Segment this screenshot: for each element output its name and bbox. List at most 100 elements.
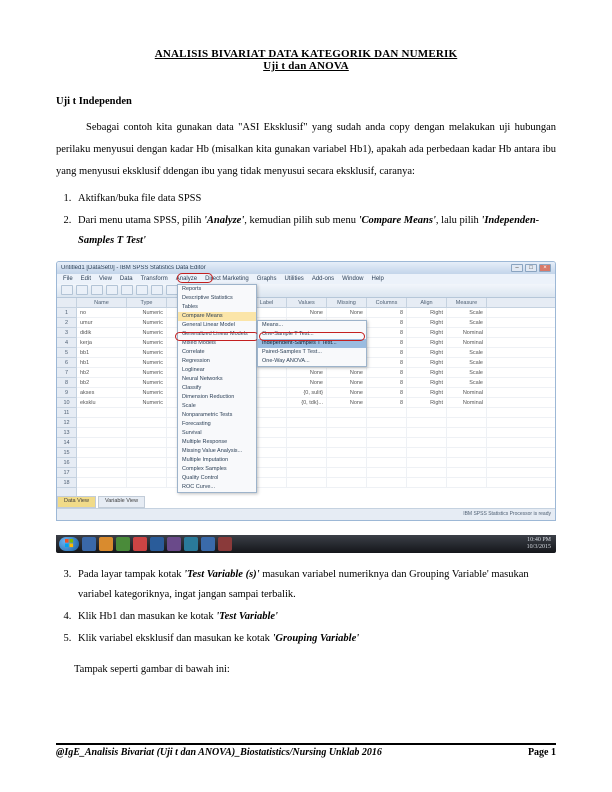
table-cell[interactable]: Nominal <box>447 398 487 407</box>
table-cell[interactable] <box>367 418 407 427</box>
table-cell[interactable]: kerja <box>77 338 127 347</box>
table-cell[interactable] <box>77 478 127 487</box>
table-row[interactable] <box>77 468 555 478</box>
table-cell[interactable] <box>447 448 487 457</box>
table-row[interactable] <box>77 418 555 428</box>
toolbar-button[interactable] <box>61 285 73 295</box>
table-cell[interactable]: Numeric <box>127 368 167 377</box>
table-cell[interactable] <box>77 468 127 477</box>
table-cell[interactable] <box>407 408 447 417</box>
table-cell[interactable]: Scale <box>447 378 487 387</box>
table-cell[interactable] <box>407 468 447 477</box>
maximize-button[interactable]: □ <box>525 264 537 272</box>
table-row[interactable] <box>77 458 555 468</box>
table-cell[interactable] <box>447 408 487 417</box>
menu-item[interactable]: Descriptive Statistics <box>178 294 256 303</box>
table-cell[interactable]: None <box>327 308 367 317</box>
menu-item[interactable]: Compare Means <box>178 312 256 321</box>
table-cell[interactable] <box>407 458 447 467</box>
menu-data[interactable]: Data <box>120 276 133 282</box>
table-cell[interactable] <box>447 428 487 437</box>
table-cell[interactable] <box>407 478 447 487</box>
menu-item[interactable]: Complex Samples <box>178 465 256 474</box>
table-cell[interactable]: Numeric <box>127 378 167 387</box>
table-cell[interactable]: 8 <box>367 398 407 407</box>
table-cell[interactable]: Right <box>407 338 447 347</box>
table-cell[interactable]: {0, tdk}... <box>287 398 327 407</box>
menu-item[interactable]: Reports <box>178 285 256 294</box>
table-cell[interactable] <box>327 418 367 427</box>
table-cell[interactable] <box>327 408 367 417</box>
table-cell[interactable] <box>77 458 127 467</box>
table-cell[interactable]: eksklu <box>77 398 127 407</box>
toolbar-button[interactable] <box>121 285 133 295</box>
table-cell[interactable]: Nominal <box>447 328 487 337</box>
menu-item[interactable]: General Linear Model <box>178 321 256 330</box>
table-cell[interactable] <box>77 438 127 447</box>
column-header[interactable]: Missing <box>327 298 367 307</box>
taskbar-icon[interactable] <box>116 537 130 551</box>
table-cell[interactable]: Right <box>407 348 447 357</box>
taskbar-icon[interactable] <box>150 537 164 551</box>
table-cell[interactable] <box>287 428 327 437</box>
table-cell[interactable]: Right <box>407 378 447 387</box>
taskbar-icon[interactable] <box>167 537 181 551</box>
table-cell[interactable]: no <box>77 308 127 317</box>
table-cell[interactable]: 8 <box>367 388 407 397</box>
menu-item[interactable]: Quality Control <box>178 474 256 483</box>
menu-graphs[interactable]: Graphs <box>257 276 277 282</box>
tab-data-view[interactable]: Data View <box>57 496 96 508</box>
table-cell[interactable]: None <box>327 398 367 407</box>
menu-item[interactable]: Loglinear <box>178 366 256 375</box>
table-cell[interactable]: Scale <box>447 368 487 377</box>
table-cell[interactable] <box>367 458 407 467</box>
table-cell[interactable]: Nominal <box>447 338 487 347</box>
menu-item[interactable]: Correlate <box>178 348 256 357</box>
column-header[interactable]: Values <box>287 298 327 307</box>
column-header[interactable]: Type <box>127 298 167 307</box>
table-cell[interactable]: akses <box>77 388 127 397</box>
table-cell[interactable] <box>447 478 487 487</box>
toolbar-button[interactable] <box>151 285 163 295</box>
start-button[interactable] <box>59 537 79 551</box>
table-cell[interactable]: None <box>327 368 367 377</box>
table-row[interactable] <box>77 478 555 488</box>
table-cell[interactable] <box>447 468 487 477</box>
table-cell[interactable]: None <box>327 378 367 387</box>
table-cell[interactable]: Numeric <box>127 338 167 347</box>
table-cell[interactable] <box>327 448 367 457</box>
table-cell[interactable]: Numeric <box>127 318 167 327</box>
minimize-button[interactable]: – <box>511 264 523 272</box>
table-row[interactable]: aksesNumeric80{0, sulit}None8RightNomina… <box>77 388 555 398</box>
table-cell[interactable] <box>287 418 327 427</box>
table-cell[interactable] <box>447 438 487 447</box>
table-cell[interactable] <box>327 458 367 467</box>
table-row[interactable] <box>77 428 555 438</box>
table-cell[interactable] <box>127 418 167 427</box>
table-row[interactable]: bb2Numeric81NoneNone8RightScale <box>77 378 555 388</box>
table-cell[interactable]: Right <box>407 318 447 327</box>
table-cell[interactable] <box>327 478 367 487</box>
table-cell[interactable] <box>287 438 327 447</box>
table-cell[interactable]: Numeric <box>127 348 167 357</box>
menu-utilities[interactable]: Utilities <box>284 276 303 282</box>
table-cell[interactable] <box>287 408 327 417</box>
table-cell[interactable] <box>327 468 367 477</box>
table-cell[interactable]: None <box>327 388 367 397</box>
table-row[interactable]: ekskluNumeric80{0, tdk}...None8RightNomi… <box>77 398 555 408</box>
menu-item[interactable]: Missing Value Analysis... <box>178 447 256 456</box>
table-cell[interactable] <box>287 478 327 487</box>
toolbar-button[interactable] <box>106 285 118 295</box>
table-cell[interactable] <box>77 448 127 457</box>
taskbar-icon[interactable] <box>99 537 113 551</box>
table-cell[interactable] <box>367 468 407 477</box>
menu-item[interactable]: Forecasting <box>178 420 256 429</box>
table-cell[interactable]: None <box>287 368 327 377</box>
table-cell[interactable] <box>327 428 367 437</box>
menu-file[interactable]: File <box>63 276 73 282</box>
table-cell[interactable]: Numeric <box>127 358 167 367</box>
menu-view[interactable]: View <box>99 276 112 282</box>
table-cell[interactable] <box>127 408 167 417</box>
menu-item[interactable]: Classify <box>178 384 256 393</box>
menu-item[interactable]: Survival <box>178 429 256 438</box>
